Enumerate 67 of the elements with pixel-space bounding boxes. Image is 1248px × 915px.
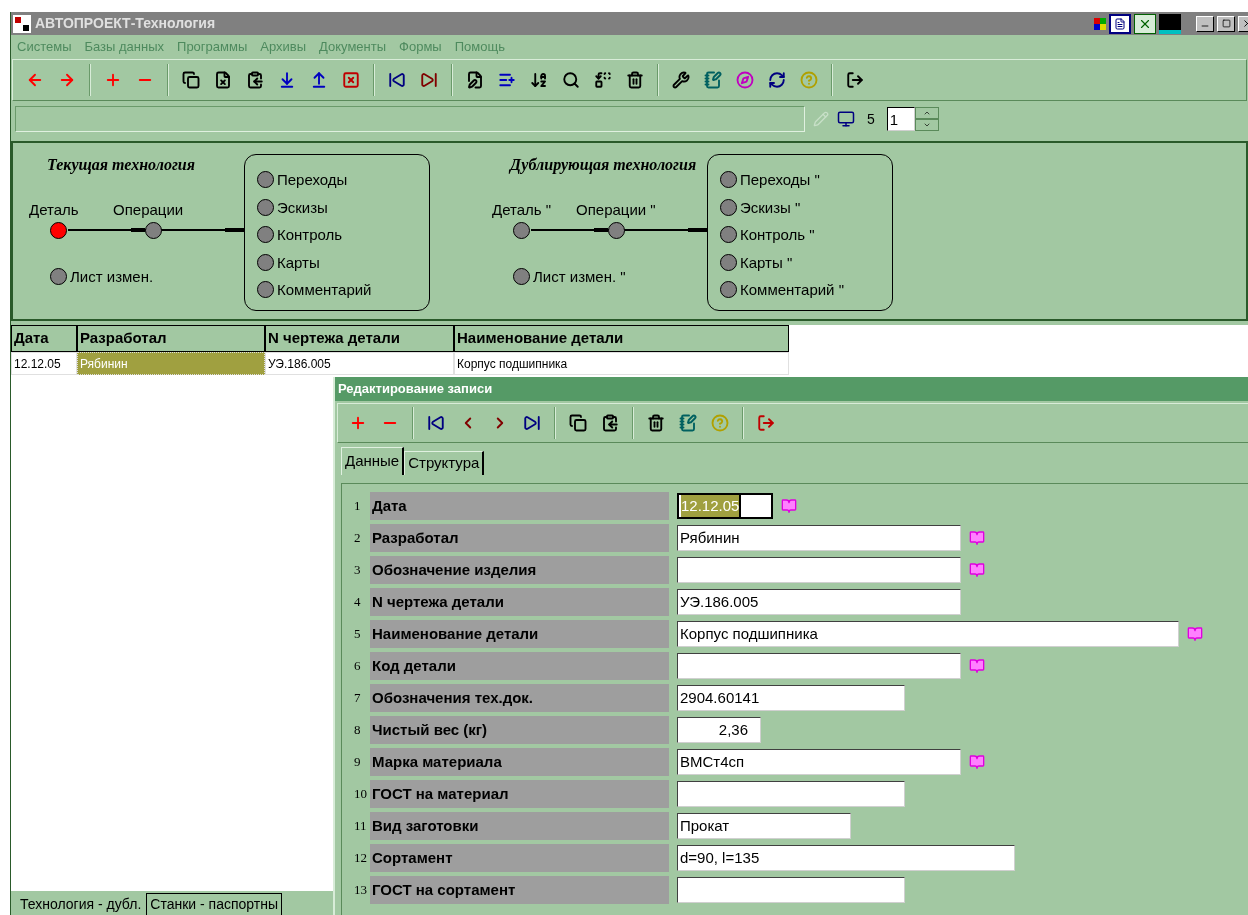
node-label: Комментарий (277, 280, 372, 300)
node-label: Карты " (740, 252, 793, 273)
field-label: ГОСТ на материал (370, 780, 669, 808)
tab[interactable]: Станки - паспортны (146, 893, 282, 915)
input-field[interactable]: Рябинин (677, 525, 961, 551)
table-cell[interactable]: Корпус подшипника (454, 352, 789, 375)
scheme-title: Дублирующая технология (510, 155, 697, 176)
input-field[interactable]: ВМСт4сп (677, 749, 961, 775)
column-header[interactable]: N чертежа детали (265, 325, 454, 352)
node-label: Деталь " (492, 200, 552, 220)
row-number: 13 (354, 881, 368, 900)
field-label: N чертежа детали (370, 588, 669, 616)
input-field[interactable]: d=90, l=135 (677, 845, 1015, 871)
column-header[interactable]: Разработал (77, 325, 265, 352)
field-label: Дата (370, 492, 669, 520)
node-label: Операции (113, 200, 184, 220)
row-number: 6 (354, 657, 362, 676)
field-label: Разработал (370, 524, 669, 552)
input-field[interactable]: 2,36 (677, 717, 761, 743)
input-field[interactable]: 2904.60141 (677, 685, 905, 711)
node-label: Эскизы " (740, 197, 801, 218)
input-field[interactable]: Прокат (677, 813, 851, 839)
field-label: Код детали (370, 652, 669, 680)
input-field[interactable]: Корпус подшипника (677, 621, 1179, 647)
node-label: Операции " (576, 200, 656, 220)
row-number: 9 (354, 753, 362, 772)
row-number: 12 (354, 849, 368, 868)
dialog-title: Редактирование записи (335, 377, 1248, 401)
row-number: 1 (354, 497, 362, 516)
row-number: 10 (354, 785, 368, 804)
field-label: Марка материала (370, 748, 669, 776)
table-cell[interactable]: 12.12.05 (11, 352, 77, 375)
node-label: Контроль " (740, 225, 815, 245)
input-field[interactable]: УЭ.186.005 (677, 589, 961, 615)
row-number: 3 (354, 561, 362, 580)
row-number: 4 (354, 593, 362, 612)
field-label: Обозначение изделия (370, 556, 669, 584)
row-number: 2 (354, 529, 362, 548)
node-label: Карты (277, 252, 320, 273)
tab[interactable]: Структура (404, 451, 485, 475)
column-header[interactable]: Наименование детали (454, 325, 789, 352)
field-label: Наименование детали (370, 620, 669, 648)
node-label: Лист измен. " (533, 267, 626, 287)
node-label: Эскизы (277, 197, 328, 218)
node-label: Контроль (277, 225, 343, 245)
tab[interactable]: Технология - дубл. (17, 893, 145, 915)
node-label: Комментарий " (740, 280, 844, 300)
number-field[interactable]: 1 (886, 107, 915, 131)
field-label: Сортамент (370, 844, 669, 872)
tab[interactable]: Данные (341, 447, 405, 475)
row-number: 8 (354, 721, 362, 740)
row-number: 7 (354, 689, 362, 708)
node-label: Переходы " (740, 170, 820, 190)
scheme-title: Текущая технология (47, 155, 195, 176)
window-title: АВТОПРОЕКТ-Технология (35, 14, 216, 33)
field-label: Вид заготовки (370, 812, 669, 840)
row-number: 5 (354, 625, 362, 644)
table-cell[interactable]: УЭ.186.005 (265, 352, 454, 375)
node-label: Переходы (277, 170, 348, 190)
node-label: Деталь (29, 200, 79, 220)
record-count: 5 (867, 109, 875, 129)
column-header[interactable]: Дата (11, 325, 77, 352)
field-label: ГОСТ на сортамент (370, 876, 669, 904)
node-label: Лист измен. (70, 267, 154, 287)
field-label: Чистый вес (кг) (370, 716, 669, 744)
row-number: 11 (354, 817, 368, 836)
field-label: Обозначения тех.док. (370, 684, 669, 712)
